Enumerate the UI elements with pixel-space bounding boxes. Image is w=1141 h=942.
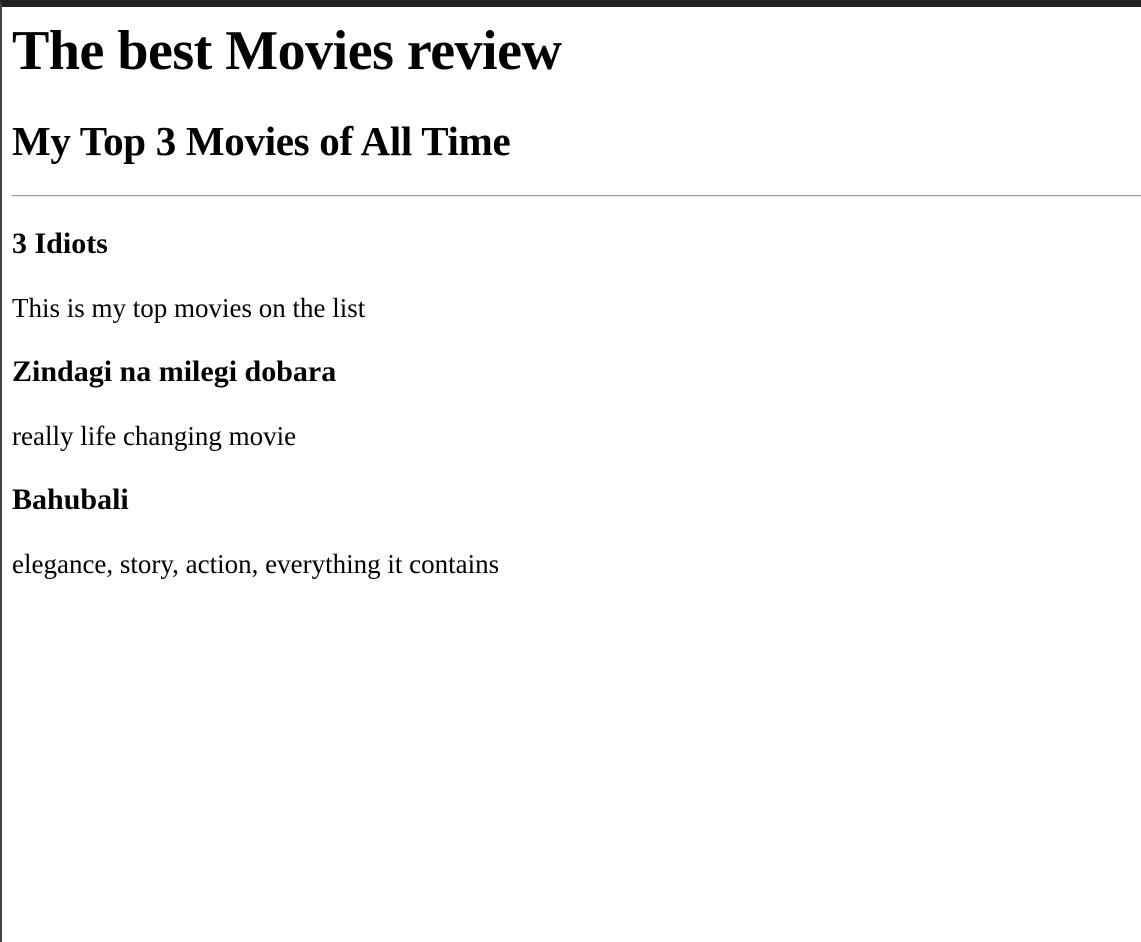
movie-title: Bahubali (12, 483, 129, 516)
movie-item: 3 Idiots This is my top movies on the li… (12, 227, 1141, 325)
movie-title: 3 Idiots (12, 227, 108, 260)
movie-title: Zindagi na milegi dobara (12, 355, 337, 388)
movie-description: This is my top movies on the list (12, 293, 366, 323)
movie-item: Bahubali elegance, story, action, everyt… (12, 483, 1141, 581)
movie-description: elegance, story, action, everything it c… (12, 549, 500, 579)
page-title: The best Movies review (12, 20, 562, 82)
movie-item: Zindagi na milegi dobara really life cha… (12, 355, 1141, 453)
page-content: The best Movies review My Top 3 Movies o… (2, 7, 1141, 581)
browser-viewport: The best Movies review My Top 3 Movies o… (0, 0, 1141, 942)
horizontal-divider (12, 195, 1141, 197)
movie-list: 3 Idiots This is my top movies on the li… (12, 227, 1141, 581)
page-subtitle: My Top 3 Movies of All Time (12, 118, 511, 164)
movie-description: really life changing movie (12, 421, 297, 451)
